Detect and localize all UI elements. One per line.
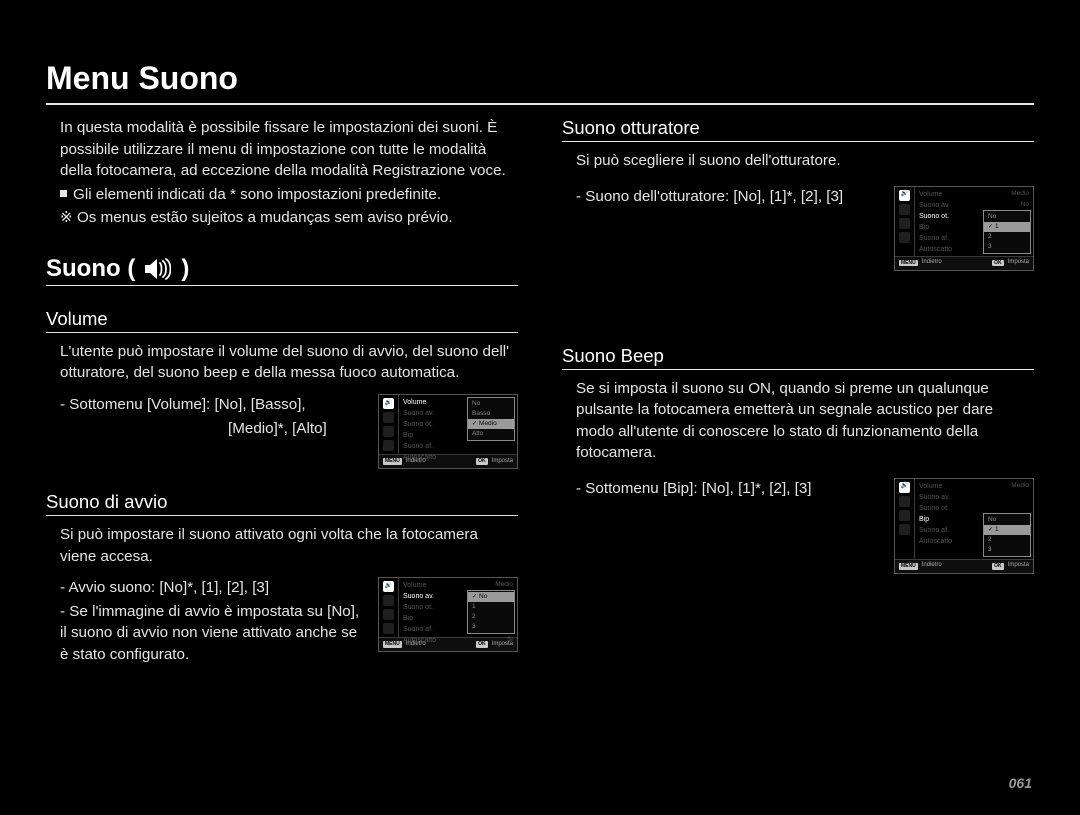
tab-icon (899, 496, 910, 507)
ok-button-icon: OK (992, 563, 1004, 570)
avvio-line1: - Avvio suono: [No]*, [1], [2], [3] (46, 577, 364, 599)
sound-tab-icon: 🔊 (383, 581, 394, 592)
menu-button-icon: MENU (899, 260, 918, 267)
menu-button-icon: MENU (383, 458, 402, 465)
beep-line1: - Sottomenu [Bip]: [No], [1]*, [2], [3] (562, 478, 880, 500)
tab-icon (899, 204, 910, 215)
heading-suono-close: ) (181, 255, 189, 283)
tab-icon (899, 232, 910, 243)
square-bullet-icon (60, 190, 67, 197)
sound-tab-icon: 🔊 (899, 190, 910, 201)
heading-avvio: Suono di avvio (46, 491, 518, 516)
ok-button-icon: OK (992, 260, 1004, 267)
volume-submenu-2: [Medio]*, [Alto] (46, 418, 364, 440)
beep-screenshot: 🔊 VolumeMedio Suono av. Suono ot. Bip▶ (894, 478, 1034, 574)
tab-icon (383, 426, 394, 437)
volume-submenu-1: - Sottomenu [Volume]: [No], [Basso], (46, 394, 364, 416)
intro-bullet: Gli elementi indicati da * sono impostaz… (46, 184, 518, 206)
tab-icon (383, 440, 394, 451)
page-number: 061 (1009, 775, 1032, 791)
page-title: Menu Suono (46, 60, 1034, 105)
otturatore-line1: - Suono dell'otturatore: [No], [1]*, [2]… (562, 186, 880, 208)
sound-tab-icon: 🔊 (899, 482, 910, 493)
tab-icon (899, 218, 910, 229)
heading-volume: Volume (46, 308, 518, 333)
avvio-line2: - Se l'immagine di avvio è impostata su … (46, 601, 364, 666)
tab-icon (383, 412, 394, 423)
intro-bullet-text: Gli elementi indicati da * sono impostaz… (73, 184, 441, 206)
tab-icon (383, 623, 394, 634)
intro-paragraph: In questa modalità è possibile fissare l… (46, 117, 518, 182)
menu-button-icon: MENU (383, 641, 402, 648)
heading-suono: Suono ( ) (46, 255, 518, 286)
ok-button-icon: OK (476, 641, 488, 648)
otturatore-desc: Si può scegliere il suono dell'otturator… (562, 150, 1034, 172)
beep-desc: Se si imposta il suono su ON, quando si … (562, 378, 1034, 464)
left-column: In questa modalità è possibile fissare l… (46, 117, 518, 668)
volume-desc: L'utente può impostare il volume del suo… (46, 341, 518, 384)
heading-suono-label: Suono ( (46, 255, 135, 283)
otturatore-screenshot: 🔊 VolumeMedio Suono av.No Suono ot.▶ Bip (894, 186, 1034, 271)
right-column: Suono otturatore Si può scegliere il suo… (562, 117, 1034, 668)
ok-button-icon: OK (476, 458, 488, 465)
menu-button-icon: MENU (899, 563, 918, 570)
avvio-screenshot: 🔊 VolumeMedio Suono av.▶ Suono ot. Bip (378, 577, 518, 652)
intro-note: ※ Os menus estão sujeitos a mudanças sem… (46, 207, 518, 229)
volume-screenshot: 🔊 Volume▶ Suono av. Suono ot. Bip Suon (378, 394, 518, 469)
heading-beep: Suono Beep (562, 345, 1034, 370)
avvio-desc: Si può impostare il suono attivato ogni … (46, 524, 518, 567)
tab-icon (383, 595, 394, 606)
tab-icon (899, 524, 910, 535)
tab-icon (899, 510, 910, 521)
heading-otturatore: Suono otturatore (562, 117, 1034, 142)
speaker-icon (145, 258, 171, 280)
sound-tab-icon: 🔊 (383, 398, 394, 409)
tab-icon (383, 609, 394, 620)
